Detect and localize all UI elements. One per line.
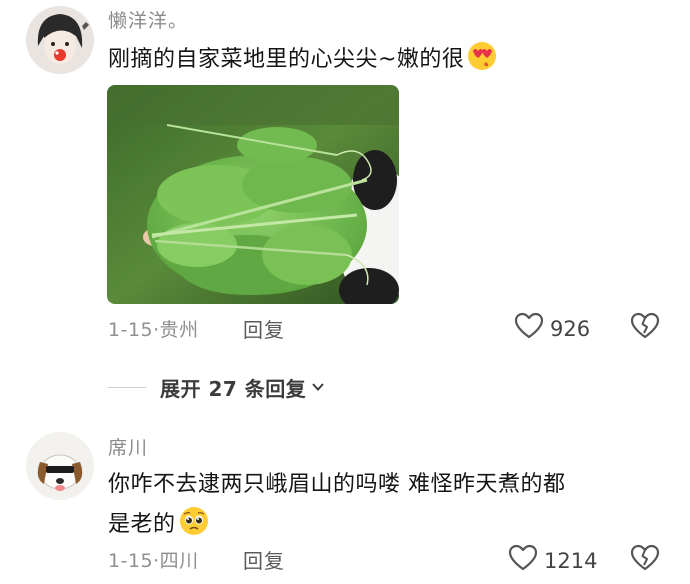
avatar[interactable]	[26, 6, 94, 74]
like-button[interactable]: 926	[514, 312, 590, 345]
comment-date: 1-15	[108, 319, 154, 341]
divider-line	[108, 387, 146, 388]
comment-username[interactable]: 懒洋洋。	[108, 6, 188, 33]
comment-image-pea-shoots[interactable]	[107, 85, 399, 304]
comment-text: 你咋不去逮两只峨眉山的吗喽 难怪昨天煮的都 是老的	[108, 465, 668, 551]
comment-text: 刚摘的自家菜地里的心尖尖~嫩的很	[108, 40, 498, 86]
comment-meta: 1-15·贵州	[108, 315, 199, 342]
broken-heart-icon	[630, 312, 660, 344]
expand-replies-button[interactable]: 展开 27 条回复	[160, 373, 326, 402]
like-count: 926	[550, 316, 591, 341]
comment-location: 四川	[159, 550, 199, 572]
comment-username[interactable]: 席川	[108, 433, 148, 460]
like-count: 1214	[544, 548, 598, 573]
heart-outline-icon	[514, 312, 544, 345]
broken-heart-icon	[630, 544, 660, 576]
pleading-face-emoji-icon	[178, 505, 210, 551]
heart-eyes-emoji-icon	[466, 40, 498, 86]
comment-text-content: 是老的	[108, 512, 176, 537]
comment-location: 贵州	[159, 319, 199, 341]
avatar[interactable]	[26, 432, 94, 500]
expand-replies-label: 展开 27 条回复	[160, 377, 307, 401]
heart-outline-icon	[508, 544, 538, 577]
comment-meta: 1-15·四川	[108, 546, 199, 573]
dislike-button[interactable]	[630, 544, 660, 576]
comment-date: 1-15	[108, 550, 154, 572]
dislike-button[interactable]	[630, 312, 660, 344]
expand-replies-row[interactable]: 展开 27 条回复	[108, 373, 326, 402]
comment-text-line: 你咋不去逮两只峨眉山的吗喽 难怪昨天煮的都	[108, 472, 566, 497]
reply-button[interactable]: 回复	[243, 545, 285, 574]
reply-button[interactable]: 回复	[243, 314, 285, 343]
like-button[interactable]: 1214	[508, 544, 597, 577]
comment-text-content: 刚摘的自家菜地里的心尖尖~嫩的很	[108, 47, 465, 72]
chevron-down-icon	[310, 376, 326, 400]
